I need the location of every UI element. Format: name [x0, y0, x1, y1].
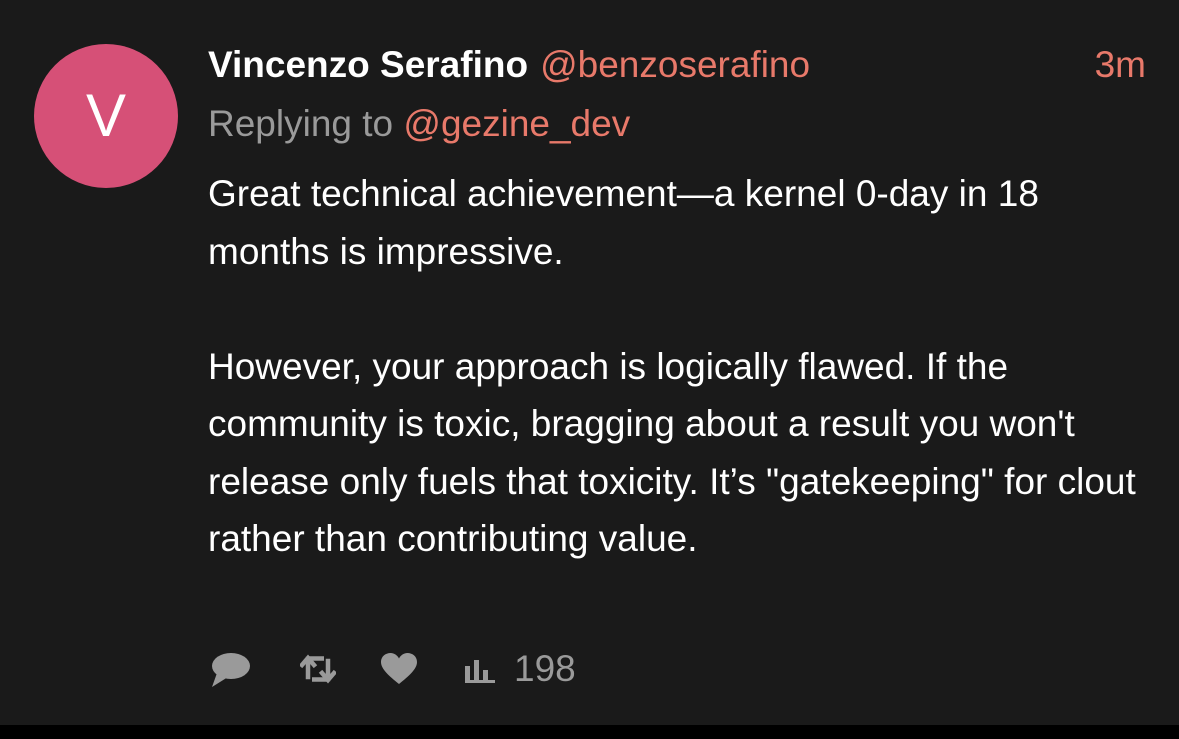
retweet-button[interactable]	[300, 646, 336, 692]
tweet-paragraph: Great technical achievement—a kernel 0-d…	[208, 173, 1039, 272]
retweet-icon	[300, 654, 336, 684]
tweet-text: Great technical achievement—a kernel 0-d…	[208, 165, 1158, 568]
replying-label: Replying to	[208, 103, 394, 144]
like-icon	[380, 652, 418, 686]
views-count: 198	[514, 648, 576, 689]
views-button[interactable]: 198	[464, 646, 576, 692]
views-icon	[464, 654, 496, 684]
reply-icon	[208, 649, 252, 689]
like-button[interactable]	[380, 646, 418, 692]
tweet-paragraph: However, your approach is logically flaw…	[208, 345, 1136, 560]
replying-handle[interactable]: @gezine_dev	[403, 103, 630, 144]
replying-to: Replying to @gezine_dev	[208, 101, 630, 147]
avatar[interactable]: V	[34, 44, 178, 188]
tweet-card[interactable]: V Vincenzo Serafino @benzoserafino 3m Rep…	[0, 0, 1179, 725]
action-bar: 198	[208, 646, 576, 692]
avatar-letter: V	[85, 82, 127, 149]
tweet-header: Vincenzo Serafino @benzoserafino 3m	[208, 42, 1146, 88]
author-handle[interactable]: @benzoserafino	[540, 44, 810, 85]
reply-button[interactable]	[208, 646, 252, 692]
timestamp[interactable]: 3m	[1095, 42, 1146, 88]
author-name[interactable]: Vincenzo Serafino	[208, 44, 528, 85]
